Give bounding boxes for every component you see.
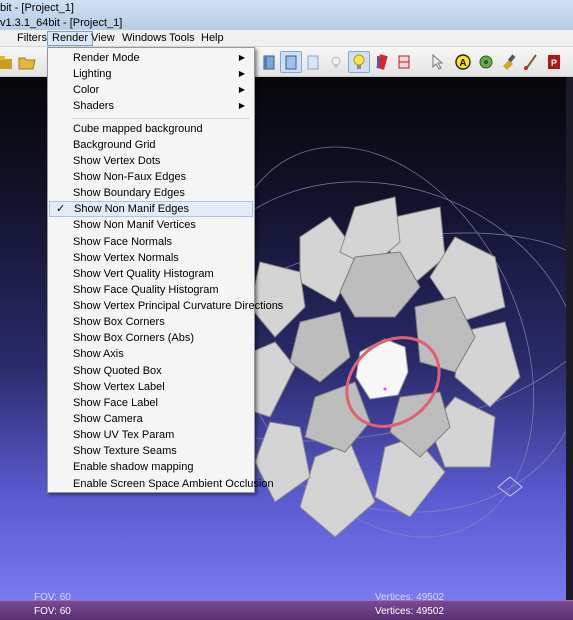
submenu-arrow-icon: ▶	[238, 53, 245, 62]
menu-item-show-boundary-edges[interactable]: Show Boundary Edges	[49, 185, 253, 201]
render-dropdown-menu: Render Mode ▶ Lighting ▶ Color ▶ Shaders ▶ C…	[47, 47, 283, 493]
lightbulb-icon[interactable]	[348, 51, 370, 73]
menu-item-show-axis[interactable]: Show Axis	[49, 346, 253, 362]
status-fov: FOV: 60	[34, 606, 71, 617]
title-bar: bit - [Project_1] v1.3.1_64bit - [Projec…	[0, 0, 573, 30]
color-pen-icon[interactable]	[371, 51, 393, 73]
status-bar: FOV: 60 Vertices: 49502	[0, 600, 573, 620]
menu-item-shaders[interactable]: Shaders ▶	[49, 98, 253, 114]
box-transparent-icon[interactable]	[302, 51, 324, 73]
menu-tools[interactable]: Tools	[165, 31, 199, 46]
menu-separator	[72, 118, 250, 119]
menu-item-label: Lighting	[73, 68, 112, 80]
svg-text:A: A	[459, 58, 466, 69]
menu-item-label: Render Mode	[73, 52, 140, 64]
texture-icon[interactable]	[393, 51, 415, 73]
menu-item-show-face-label[interactable]: Show Face Label	[49, 395, 253, 411]
menu-item-show-non-faux-edges[interactable]: Show Non-Faux Edges	[49, 169, 253, 185]
status-vertices: Vertices: 49502	[375, 606, 444, 617]
viewport-fov-label: FOV: 60	[34, 592, 71, 600]
menu-item-show-box-corners[interactable]: Show Box Corners	[49, 314, 253, 330]
menu-item-show-vertex-dots[interactable]: Show Vertex Dots	[49, 153, 253, 169]
menu-item-label: Shaders	[73, 100, 114, 112]
open-project-icon[interactable]	[0, 51, 16, 73]
menu-item-show-vertex-principal-curvature[interactable]: Show Vertex Principal Curvature Directio…	[49, 298, 283, 314]
menu-item-label: Show Non Manif Edges	[74, 203, 189, 215]
menu-item-background-grid[interactable]: Background Grid	[49, 137, 253, 153]
menu-item-show-non-manif-vertices[interactable]: Show Non Manif Vertices	[49, 217, 253, 233]
box-icon[interactable]	[258, 51, 280, 73]
menu-item-show-face-quality-histogram[interactable]: Show Face Quality Histogram	[49, 282, 253, 298]
menu-item-enable-ssao[interactable]: Enable Screen Space Ambient Occlusion	[49, 476, 274, 492]
annotate-icon[interactable]: A	[452, 51, 474, 73]
menu-item-show-texture-seams[interactable]: Show Texture Seams	[49, 443, 253, 459]
menu-windows[interactable]: Windows	[118, 31, 171, 46]
menu-help[interactable]: Help	[197, 31, 228, 46]
right-edge-strip	[566, 77, 573, 600]
submenu-arrow-icon: ▶	[238, 101, 245, 110]
select-icon[interactable]	[426, 51, 448, 73]
menu-item-show-uv-tex-param[interactable]: Show UV Tex Param	[49, 427, 253, 443]
menu-item-show-quoted-box[interactable]: Show Quoted Box	[49, 363, 253, 379]
menu-item-show-vertex-normals[interactable]: Show Vertex Normals	[49, 250, 253, 266]
window-title: bit - [Project_1]	[0, 2, 74, 14]
menu-item-show-box-corners-abs[interactable]: Show Box Corners (Abs)	[49, 330, 253, 346]
menu-item-show-non-manif-edges[interactable]: ✓ Show Non Manif Edges	[49, 201, 253, 217]
menu-item-show-vert-quality-histogram[interactable]: Show Vert Quality Histogram	[49, 266, 253, 282]
mesh-icon[interactable]	[475, 51, 497, 73]
paint-icon[interactable]	[498, 51, 520, 73]
submenu-arrow-icon: ▶	[238, 85, 245, 94]
menu-filters[interactable]: Filters	[13, 31, 51, 46]
menu-item-enable-shadow-mapping[interactable]: Enable shadow mapping	[49, 459, 253, 475]
viewport-vertices-label: Vertices: 49502	[375, 592, 444, 600]
menu-item-show-vertex-label[interactable]: Show Vertex Label	[49, 379, 253, 395]
svg-text:P: P	[551, 58, 557, 68]
window-subtitle: v1.3.1_64bit - [Project_1]	[0, 17, 123, 29]
menu-view[interactable]: View	[87, 31, 119, 46]
menu-item-show-camera[interactable]: Show Camera	[49, 411, 253, 427]
submenu-arrow-icon: ▶	[238, 69, 245, 78]
box-selected-icon[interactable]	[280, 51, 302, 73]
menu-item-cube-mapped-background[interactable]: Cube mapped background	[49, 121, 253, 137]
open-folder-icon[interactable]	[16, 51, 38, 73]
pdf-icon[interactable]: P	[543, 51, 565, 73]
menu-item-label: Color	[73, 84, 100, 96]
menu-item-color[interactable]: Color ▶	[49, 82, 253, 98]
brush-icon[interactable]	[520, 51, 542, 73]
menu-bar: Filters Render View Windows Tools Help	[0, 30, 573, 47]
menu-item-lighting[interactable]: Lighting ▶	[49, 66, 253, 82]
light-icon[interactable]	[325, 51, 347, 73]
menu-item-render-mode[interactable]: Render Mode ▶	[49, 50, 253, 66]
check-mark-icon: ✓	[56, 203, 66, 215]
menu-item-show-face-normals[interactable]: Show Face Normals	[49, 234, 253, 250]
